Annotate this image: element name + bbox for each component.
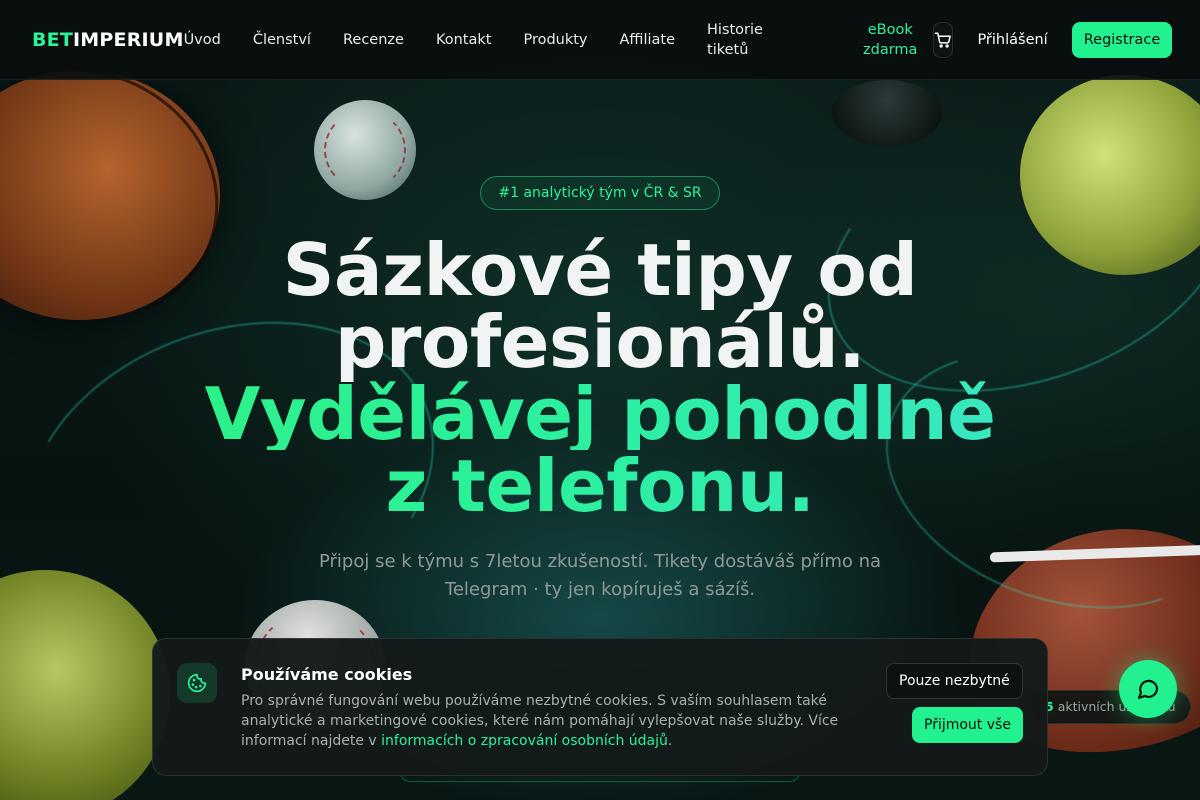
hero-title-highlight: z telefonu. — [0, 450, 1200, 522]
cart-button[interactable] — [933, 21, 954, 58]
cookie-text-end: . — [667, 733, 673, 749]
cookie-icon-box — [177, 663, 217, 703]
chat-button[interactable] — [1119, 660, 1177, 718]
logo-bet-text: BET — [32, 28, 74, 51]
nav-item-kontakt[interactable]: Kontakt — [436, 30, 492, 50]
nav-item-affiliate[interactable]: Affiliate — [620, 30, 676, 50]
logo-imperium-text: IMPERIUM — [73, 28, 184, 51]
nav-item-historie-tiketu[interactable]: Historie tiketů — [707, 20, 777, 60]
hero-section: #1 analytický tým v ČR & SR Sázkové tipy… — [0, 80, 1200, 604]
hero-badge: #1 analytický tým v ČR & SR — [480, 176, 720, 210]
hero-title: Sázkové tipy od profesionálů. Vydělávej … — [0, 234, 1200, 522]
cookie-title: Používáme cookies — [241, 665, 413, 684]
chat-bubble-icon — [1137, 679, 1159, 700]
cookie-icon — [187, 673, 207, 693]
nav-item-uvod[interactable]: Úvod — [184, 30, 221, 50]
site-header: BETIMPERIUM Úvod Členství Recenze Kontak… — [0, 0, 1200, 80]
nav-item-recenze[interactable]: Recenze — [343, 30, 404, 50]
cart-icon — [935, 32, 952, 48]
nav-item-produkty[interactable]: Produkty — [523, 30, 587, 50]
cookie-necessary-button[interactable]: Pouze nezbytné — [886, 663, 1023, 699]
cookie-banner: Používáme cookies Pro správné fungování … — [152, 638, 1048, 776]
hero-subtitle: Připoj se k týmu s 7letou zkušeností. Ti… — [318, 551, 882, 600]
main-nav: Úvod Členství Recenze Kontakt Produkty A… — [184, 20, 777, 60]
cookie-accept-all-button[interactable]: Přijmout vše — [912, 707, 1023, 743]
privacy-policy-link[interactable]: informacích o zpracování osobních údajů — [381, 733, 668, 749]
cookie-text: Pro správné fungování webu používáme nez… — [241, 691, 861, 751]
register-button[interactable]: Registrace — [1071, 21, 1173, 58]
hero-title-highlight: Vydělávej pohodlně — [0, 378, 1200, 450]
hero-title-line: Sázkové tipy od — [282, 228, 918, 312]
hero-title-line: profesionálů. — [334, 300, 866, 384]
site-logo[interactable]: BETIMPERIUM — [32, 29, 184, 51]
nav-item-clenstvi[interactable]: Členství — [253, 30, 311, 50]
ebook-link[interactable]: eBook zdarma — [863, 20, 917, 60]
login-link[interactable]: Přihlášení — [977, 32, 1047, 48]
